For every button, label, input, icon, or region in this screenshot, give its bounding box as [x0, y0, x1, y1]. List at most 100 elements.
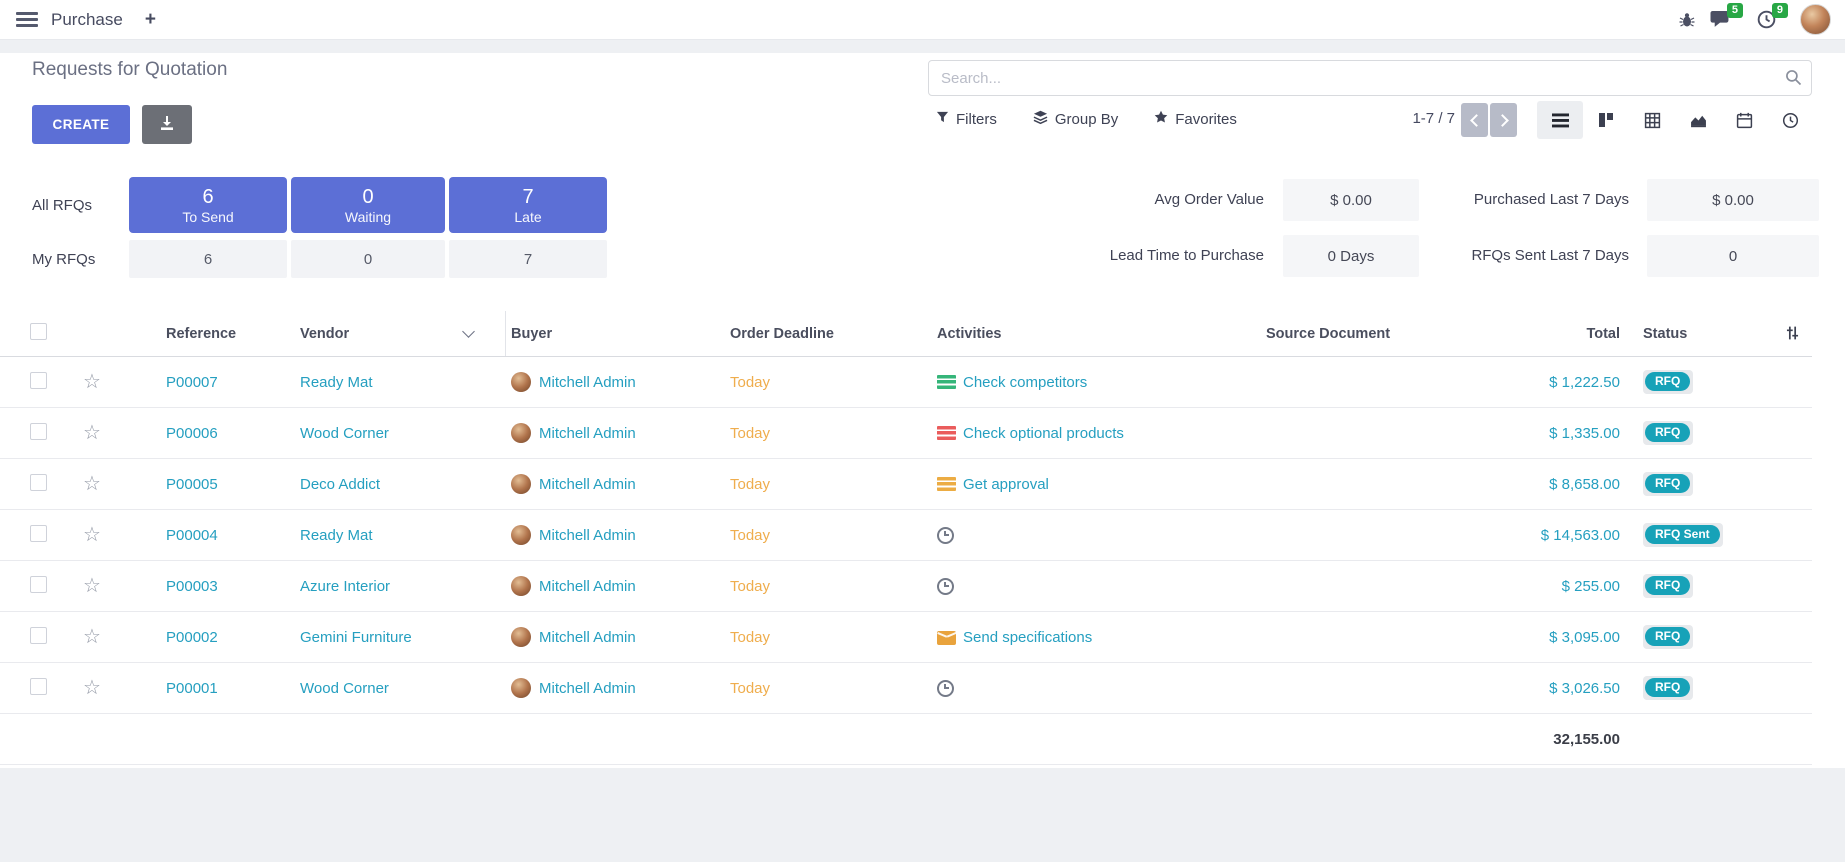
activity-icon[interactable] [937, 631, 956, 645]
reference-link[interactable]: P00006 [166, 425, 218, 442]
pager-previous-button[interactable] [1461, 103, 1488, 137]
row-checkbox[interactable] [30, 576, 47, 593]
vendor-link[interactable]: Ready Mat [300, 374, 373, 391]
activity-label[interactable]: Get approval [963, 476, 1049, 493]
optional-columns-icon[interactable] [1785, 325, 1800, 346]
table-row[interactable]: P00001 Wood Corner Mitchell Admin Today … [0, 663, 1812, 714]
vendor-link[interactable]: Wood Corner [300, 680, 389, 697]
order-deadline-value: Today [730, 476, 770, 493]
favorite-star-icon[interactable] [83, 371, 101, 393]
favorites-button[interactable]: Favorites [1154, 110, 1237, 128]
activity-cell[interactable] [937, 680, 1266, 697]
select-all-checkbox[interactable] [30, 323, 47, 340]
favorite-star-icon[interactable] [83, 422, 101, 444]
hamburger-menu-icon[interactable] [16, 12, 38, 27]
activity-icon[interactable] [937, 476, 956, 492]
header-status[interactable]: Status [1628, 326, 1740, 342]
row-checkbox[interactable] [30, 678, 47, 695]
my-late-tile[interactable]: 7 [449, 240, 607, 278]
new-tab-button[interactable]: + [145, 10, 156, 29]
search-input[interactable] [928, 60, 1812, 96]
favorite-star-icon[interactable] [83, 473, 101, 495]
reference-link[interactable]: P00003 [166, 578, 218, 595]
activity-cell[interactable]: Send specifications [937, 629, 1266, 646]
table-row[interactable]: P00007 Ready Mat Mitchell Admin Today Ch… [0, 357, 1812, 408]
table-row[interactable]: P00004 Ready Mat Mitchell Admin Today $ … [0, 510, 1812, 561]
reference-link[interactable]: P00007 [166, 374, 218, 391]
favorite-star-icon[interactable] [83, 677, 101, 699]
vendor-link[interactable]: Gemini Furniture [300, 629, 412, 646]
calendar-view-button[interactable] [1721, 101, 1767, 139]
favorite-star-icon[interactable] [83, 575, 101, 597]
graph-view-button[interactable] [1675, 101, 1721, 139]
buyer-link[interactable]: Mitchell Admin [539, 476, 636, 493]
header-total[interactable]: Total [1520, 326, 1628, 342]
header-order-deadline[interactable]: Order Deadline [730, 326, 937, 342]
buyer-link[interactable]: Mitchell Admin [539, 578, 636, 595]
order-deadline-value: Today [730, 425, 770, 442]
search-icon[interactable] [1785, 69, 1802, 91]
kanban-view-button[interactable] [1583, 101, 1629, 139]
create-button[interactable]: CREATE [32, 105, 130, 144]
user-avatar[interactable] [1800, 4, 1831, 35]
table-row[interactable]: P00002 Gemini Furniture Mitchell Admin T… [0, 612, 1812, 663]
activity-label[interactable]: Check optional products [963, 425, 1124, 442]
header-activities[interactable]: Activities [937, 326, 1266, 342]
table-row[interactable]: P00005 Deco Addict Mitchell Admin Today … [0, 459, 1812, 510]
waiting-tile[interactable]: 0 Waiting [291, 177, 445, 233]
vendor-link[interactable]: Wood Corner [300, 425, 389, 442]
row-checkbox[interactable] [30, 423, 47, 440]
pivot-view-button[interactable] [1629, 101, 1675, 139]
messages-icon[interactable]: 5 [1709, 10, 1731, 29]
reference-link[interactable]: P00002 [166, 629, 218, 646]
export-button[interactable] [142, 105, 192, 144]
activity-cell[interactable]: Check optional products [937, 425, 1266, 442]
to-send-tile[interactable]: 6 To Send [129, 177, 287, 233]
buyer-link[interactable]: Mitchell Admin [539, 680, 636, 697]
app-name[interactable]: Purchase [51, 10, 123, 30]
favorite-star-icon[interactable] [83, 524, 101, 546]
activity-cell[interactable] [937, 527, 1266, 544]
favorite-star-icon[interactable] [83, 626, 101, 648]
activity-icon[interactable] [937, 578, 954, 595]
vendor-link[interactable]: Ready Mat [300, 527, 373, 544]
buyer-link[interactable]: Mitchell Admin [539, 374, 636, 391]
activity-label[interactable]: Send specifications [963, 629, 1092, 646]
row-checkbox[interactable] [30, 525, 47, 542]
activity-label[interactable]: Check competitors [963, 374, 1087, 391]
activity-icon[interactable] [937, 527, 954, 544]
late-tile[interactable]: 7 Late [449, 177, 607, 233]
activity-icon[interactable] [937, 374, 956, 390]
activity-view-button[interactable] [1767, 101, 1813, 139]
activity-cell[interactable] [937, 578, 1266, 595]
header-source-document[interactable]: Source Document [1266, 326, 1520, 342]
header-vendor[interactable]: Vendor [252, 311, 506, 356]
buyer-link[interactable]: Mitchell Admin [539, 629, 636, 646]
debug-bug-icon[interactable] [1679, 12, 1695, 28]
table-row[interactable]: P00006 Wood Corner Mitchell Admin Today … [0, 408, 1812, 459]
row-checkbox[interactable] [30, 474, 47, 491]
header-buyer[interactable]: Buyer [506, 326, 730, 342]
activity-icon[interactable] [937, 680, 954, 697]
buyer-link[interactable]: Mitchell Admin [539, 425, 636, 442]
reference-link[interactable]: P00005 [166, 476, 218, 493]
my-to-send-tile[interactable]: 6 [129, 240, 287, 278]
activity-icon[interactable] [937, 425, 956, 441]
my-waiting-tile[interactable]: 0 [291, 240, 445, 278]
table-row[interactable]: P00003 Azure Interior Mitchell Admin Tod… [0, 561, 1812, 612]
vendor-link[interactable]: Azure Interior [300, 578, 390, 595]
vendor-link[interactable]: Deco Addict [300, 476, 380, 493]
row-checkbox[interactable] [30, 372, 47, 389]
activity-cell[interactable]: Get approval [937, 476, 1266, 493]
header-reference[interactable]: Reference [118, 326, 252, 342]
reference-link[interactable]: P00001 [166, 680, 218, 697]
row-checkbox[interactable] [30, 627, 47, 644]
group-by-button[interactable]: Group By [1033, 110, 1118, 129]
list-view-button[interactable] [1537, 101, 1583, 139]
reference-link[interactable]: P00004 [166, 527, 218, 544]
filters-button[interactable]: Filters [936, 111, 997, 128]
pager-next-button[interactable] [1490, 103, 1517, 137]
activity-cell[interactable]: Check competitors [937, 374, 1266, 391]
buyer-link[interactable]: Mitchell Admin [539, 527, 636, 544]
activities-clock-icon[interactable]: 9 [1757, 10, 1776, 29]
